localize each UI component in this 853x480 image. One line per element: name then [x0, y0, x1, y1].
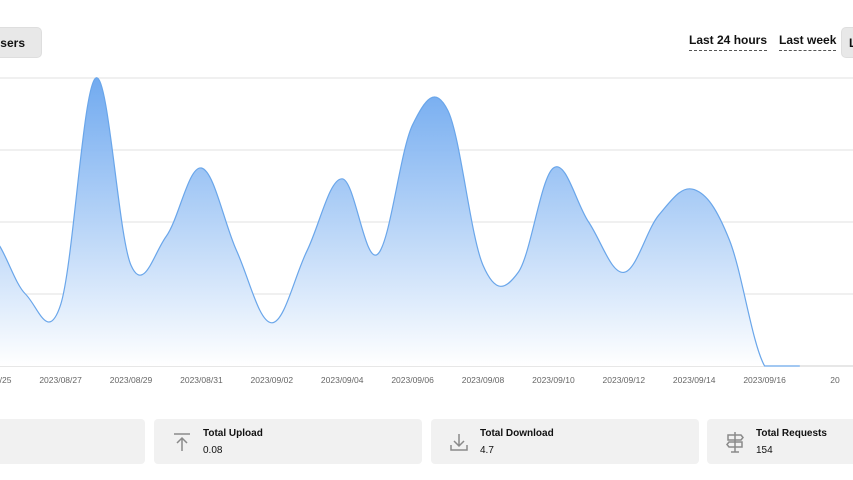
data-point: [551, 166, 555, 170]
data-point: [763, 364, 767, 368]
stat-title: Total Upload: [203, 428, 263, 439]
x-tick-label: 2023/09/06: [391, 375, 434, 385]
data-point: [657, 213, 661, 217]
x-tick-label: 2023/09/04: [321, 375, 364, 385]
x-tick-label: 2023/09/16: [743, 375, 786, 385]
data-point: [622, 270, 626, 274]
data-point: [199, 166, 203, 170]
stat-card-requests: Total Requests 154: [707, 419, 853, 464]
data-point: [587, 220, 591, 224]
data-point: [59, 303, 63, 307]
signpost-icon: [726, 432, 744, 453]
data-point: [270, 321, 274, 325]
x-tick-label: 2023/09/02: [251, 375, 294, 385]
x-tick-label: 2023/09/10: [532, 375, 575, 385]
x-tick-label: 2023/08/29: [110, 375, 153, 385]
data-point: [375, 252, 379, 256]
data-point: [129, 263, 133, 267]
data-point: [516, 270, 520, 274]
x-tick-label: 2023/09/08: [462, 375, 505, 385]
x-tick-label: 2023/08/27: [39, 375, 82, 385]
data-point: [94, 76, 98, 80]
stat-title: Total Download: [480, 428, 554, 439]
data-point: [23, 292, 27, 296]
stat-value: 4.7: [480, 445, 494, 456]
stat-value: 0.08: [203, 445, 223, 456]
x-tick-label: 2023/08/31: [180, 375, 223, 385]
data-point: [692, 188, 696, 192]
stat-card-upload: Total Upload 0.08: [154, 419, 422, 464]
data-point: [481, 263, 485, 267]
data-point: [340, 177, 344, 181]
data-point: [727, 238, 731, 242]
x-tick-label: 2023/08/25: [0, 375, 12, 385]
stat-value: 154: [756, 445, 773, 456]
data-point: [164, 234, 168, 238]
x-tick-label: 2023/09/12: [603, 375, 646, 385]
x-tick-label: 20: [830, 375, 840, 385]
area-fill: [0, 77, 800, 366]
data-point: [235, 249, 239, 253]
data-point: [305, 249, 309, 253]
upload-icon: [174, 433, 190, 451]
stat-card-partial: [0, 419, 145, 464]
data-point: [411, 123, 415, 127]
x-tick-label: 2023/09/14: [673, 375, 716, 385]
download-icon: [450, 434, 468, 451]
data-point: [798, 364, 802, 368]
area-chart: 2023/08/25 2023/08/27 2023/08/29 2023/08/31…: [0, 76, 853, 385]
stat-title: Total Requests: [756, 428, 827, 439]
data-point: [446, 108, 450, 112]
stat-card-download: Total Download 4.7: [431, 419, 699, 464]
